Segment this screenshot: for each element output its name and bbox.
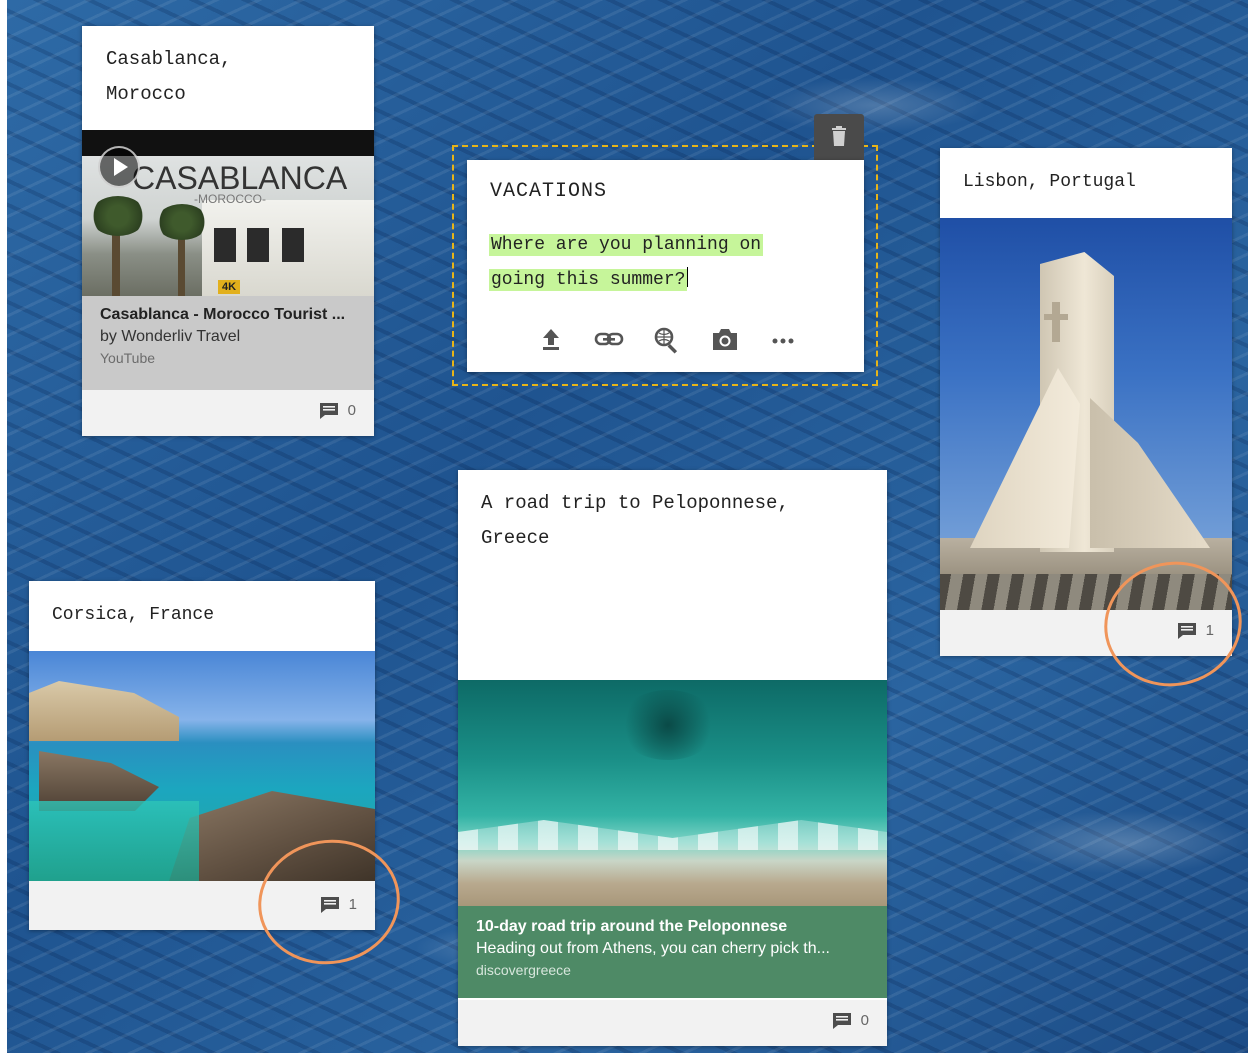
delete-button[interactable] [814,114,864,160]
comment-count: 0 [860,1012,869,1029]
search-icon[interactable] [651,326,683,356]
card-title: VACATIONS [490,180,608,203]
comments-button[interactable]: 1 [1177,622,1214,639]
upload-icon[interactable] [535,326,567,356]
card-casablanca[interactable]: Casablanca, Morocco CASABLANCA -MOROCCO-… [82,26,374,436]
link-preview-title: 10-day road trip around the Peloponnese [476,918,788,935]
comment-icon [319,402,339,419]
text-cursor [687,267,689,287]
link-preview-source: discovergreece [476,962,571,978]
more-icon[interactable] [767,326,799,356]
video-thumbnail[interactable]: CASABLANCA -MOROCCO- 4K [82,130,374,296]
card-title: Corsica, France [52,605,215,625]
link-preview[interactable]: 10-day road trip around the Peloponnese … [458,906,887,998]
link-preview[interactable]: Casablanca - Morocco Tourist ... by Wond… [82,296,374,390]
link-preview-subtitle: by Wonderliv Travel [100,328,241,345]
card-peloponnese[interactable]: A road trip to Peloponnese, Greece 10-da… [458,470,887,1046]
card-vacations[interactable]: VACATIONS Where are you planning on goin… [467,160,864,372]
card-title: A road trip to Peloponnese, Greece [481,492,789,549]
card-body[interactable]: Where are you planning on going this sum… [489,228,764,298]
link-preview-source: YouTube [100,350,156,366]
comments-button[interactable]: 1 [320,896,357,913]
comment-count: 0 [347,402,356,419]
monument-image[interactable] [940,218,1232,610]
card-corsica[interactable]: Corsica, France 1 [29,581,375,930]
card-body-text: Where are you planning on going this sum… [489,234,764,291]
card-footer: 0 [458,1000,887,1046]
comment-count: 1 [348,896,357,913]
camera-icon[interactable] [709,326,741,356]
comments-button[interactable]: 0 [319,402,356,419]
card-title: Casablanca, Morocco [106,48,232,105]
comment-icon [1177,622,1197,639]
trash-icon [831,126,847,151]
comment-icon [320,896,340,913]
padlet-board: Casablanca, Morocco CASABLANCA -MOROCCO-… [0,0,1248,1053]
card-toolbar [535,324,799,358]
quality-badge: 4K [218,280,241,294]
link-icon[interactable] [593,326,625,356]
coast-image[interactable] [29,651,375,881]
card-footer: 1 [940,610,1232,656]
video-overlay-subtext: -MOROCCO- [194,192,266,206]
link-preview-title: Casablanca - Morocco Tourist ... [100,306,346,323]
card-lisbon[interactable]: Lisbon, Portugal 1 [940,148,1232,656]
card-footer: 0 [82,390,374,436]
comment-count: 1 [1205,622,1214,639]
card-footer: 1 [29,881,375,930]
card-title: Lisbon, Portugal [963,172,1136,192]
comments-button[interactable]: 0 [832,1012,869,1029]
beach-image[interactable] [458,680,887,906]
link-preview-subtitle: Heading out from Athens, you can cherry … [476,940,830,957]
comment-icon [832,1012,852,1029]
play-icon[interactable] [98,146,140,188]
